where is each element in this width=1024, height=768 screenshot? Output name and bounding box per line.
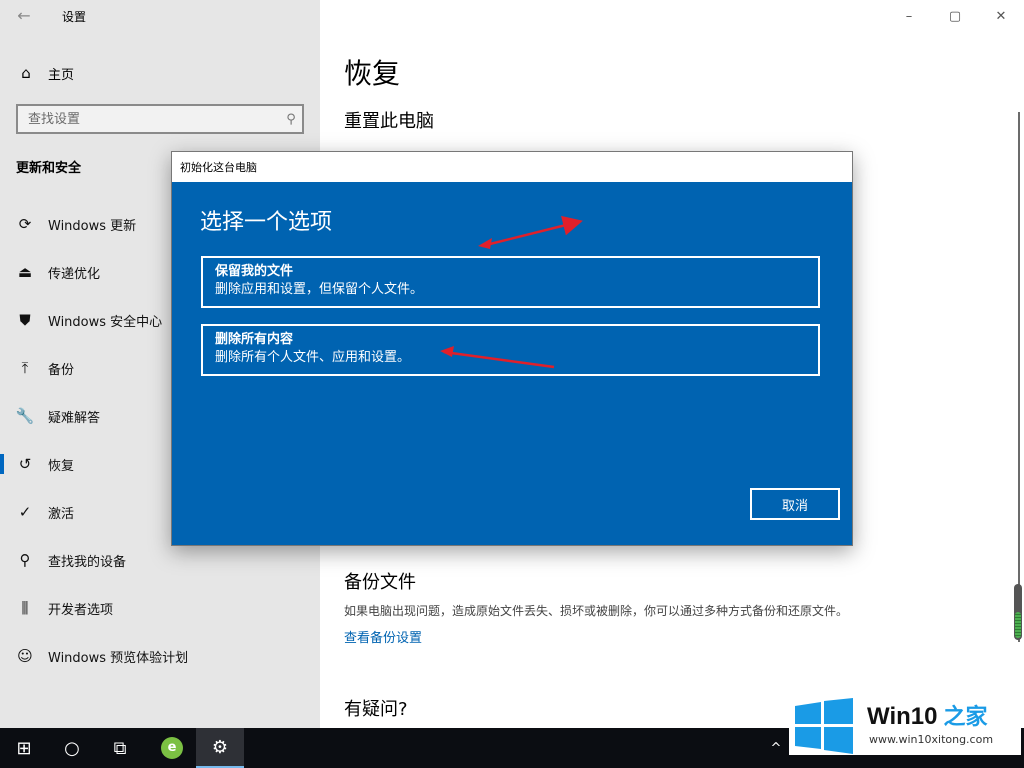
remove-everything-option[interactable]: 删除所有内容 删除所有个人文件、应用和设置。 <box>201 324 820 376</box>
browser-taskbar-button[interactable]: e <box>148 728 196 768</box>
sidebar-item-home[interactable]: ⌂ 主页 <box>0 58 320 88</box>
maximize-button[interactable]: ▢ <box>932 0 978 32</box>
keep-my-files-option[interactable]: 保留我的文件 删除应用和设置，但保留个人文件。 <box>201 256 820 308</box>
section-title: 更新和安全 <box>16 161 82 176</box>
home-icon: ⌂ <box>21 64 31 82</box>
tray-overflow-chevron-icon[interactable]: ^ <box>764 728 788 768</box>
option-description: 删除所有个人文件、应用和设置。 <box>215 350 411 365</box>
watermark-brand-accent: 之家 <box>943 704 988 729</box>
find-device-icon: ⚲ <box>19 551 31 569</box>
windows-logo-icon: ⊞ <box>16 737 32 759</box>
view-backup-settings-link[interactable]: 查看备份设置 <box>344 627 422 646</box>
option-title: 删除所有内容 <box>215 332 294 347</box>
watermark-url: www.win10xitong.com <box>869 733 994 746</box>
close-button[interactable]: ✕ <box>978 0 1024 32</box>
dialog-title: 初始化这台电脑 <box>172 152 852 182</box>
search-icon[interactable]: ⚲ <box>280 112 302 127</box>
scrollbar-thumb[interactable] <box>1014 584 1022 640</box>
watermark-brand: Win10 之家 <box>867 699 987 731</box>
sidebar-item-label: 疑难解答 <box>48 410 101 426</box>
sidebar-item-label: 开发者选项 <box>48 602 114 618</box>
reset-pc-dialog: 初始化这台电脑 选择一个选项 保留我的文件 删除应用和设置，但保留个人文件。 删… <box>171 151 853 546</box>
upload-tray-icon: ⏏ <box>17 263 33 281</box>
windows-logo-icon <box>795 698 853 754</box>
shield-icon: ⛊ <box>19 311 31 329</box>
developer-tools-icon: ⫼ <box>21 599 29 617</box>
question-heading: 有疑问? <box>344 699 408 720</box>
option-title: 保留我的文件 <box>215 264 294 279</box>
reset-pc-heading: 重置此电脑 <box>344 111 434 132</box>
back-arrow-icon[interactable]: ← <box>14 6 34 26</box>
task-view-button[interactable]: ⧉ <box>96 728 144 768</box>
dialog-heading: 选择一个选项 <box>200 210 333 235</box>
insider-cat-icon: ☺ <box>17 647 33 665</box>
check-circle-icon: ✓ <box>18 503 32 521</box>
minimize-button[interactable]: – <box>886 0 932 32</box>
scrollbar-track[interactable] <box>1018 112 1020 642</box>
app-title: 设置 <box>62 10 87 24</box>
option-description: 删除应用和设置，但保留个人文件。 <box>215 282 424 297</box>
sidebar-item-label: 主页 <box>48 67 75 83</box>
history-icon: ↺ <box>18 455 32 473</box>
search-input[interactable] <box>18 111 280 127</box>
refresh-icon: ⟳ <box>18 215 32 233</box>
wrench-icon: 🔧 <box>15 407 35 425</box>
search-box[interactable]: ⚲ <box>16 104 304 134</box>
sidebar-item-label: 传递优化 <box>48 266 101 282</box>
backup-arrow-icon: ⤒ <box>21 359 29 377</box>
gear-icon: ⚙ <box>211 736 229 758</box>
sidebar-item-label: Windows 更新 <box>48 218 137 234</box>
backup-heading: 备份文件 <box>344 572 416 593</box>
cortana-search-button[interactable]: ○ <box>48 728 96 768</box>
cancel-button[interactable]: 取消 <box>750 488 840 520</box>
page-title: 恢复 <box>344 57 401 90</box>
sidebar-item-label: 备份 <box>48 362 75 378</box>
sidebar-item-label: Windows 预览体验计划 <box>48 650 189 666</box>
circle-icon: ○ <box>64 737 80 759</box>
browser-icon: e <box>161 737 183 759</box>
settings-taskbar-button[interactable]: ⚙ <box>196 728 244 768</box>
sidebar-item-label: 激活 <box>48 506 75 522</box>
backup-description: 如果电脑出现问题，造成原始文件丢失、损坏或被删除，你可以通过多种方式备份和还原文… <box>344 604 849 618</box>
start-button[interactable]: ⊞ <box>0 728 48 768</box>
task-view-icon: ⧉ <box>113 737 127 759</box>
sidebar-item-developer-options[interactable]: ⫼ 开发者选项 <box>0 584 320 632</box>
watermark: Win10 之家 www.win10xitong.com <box>789 695 1021 755</box>
sidebar-item-label: Windows 安全中心 <box>48 314 163 330</box>
sidebar-item-label: 查找我的设备 <box>48 554 127 570</box>
sidebar-item-insider-program[interactable]: ☺ Windows 预览体验计划 <box>0 632 320 680</box>
sidebar-item-label: 恢复 <box>48 458 75 474</box>
watermark-brand-text: Win10 <box>867 703 938 730</box>
